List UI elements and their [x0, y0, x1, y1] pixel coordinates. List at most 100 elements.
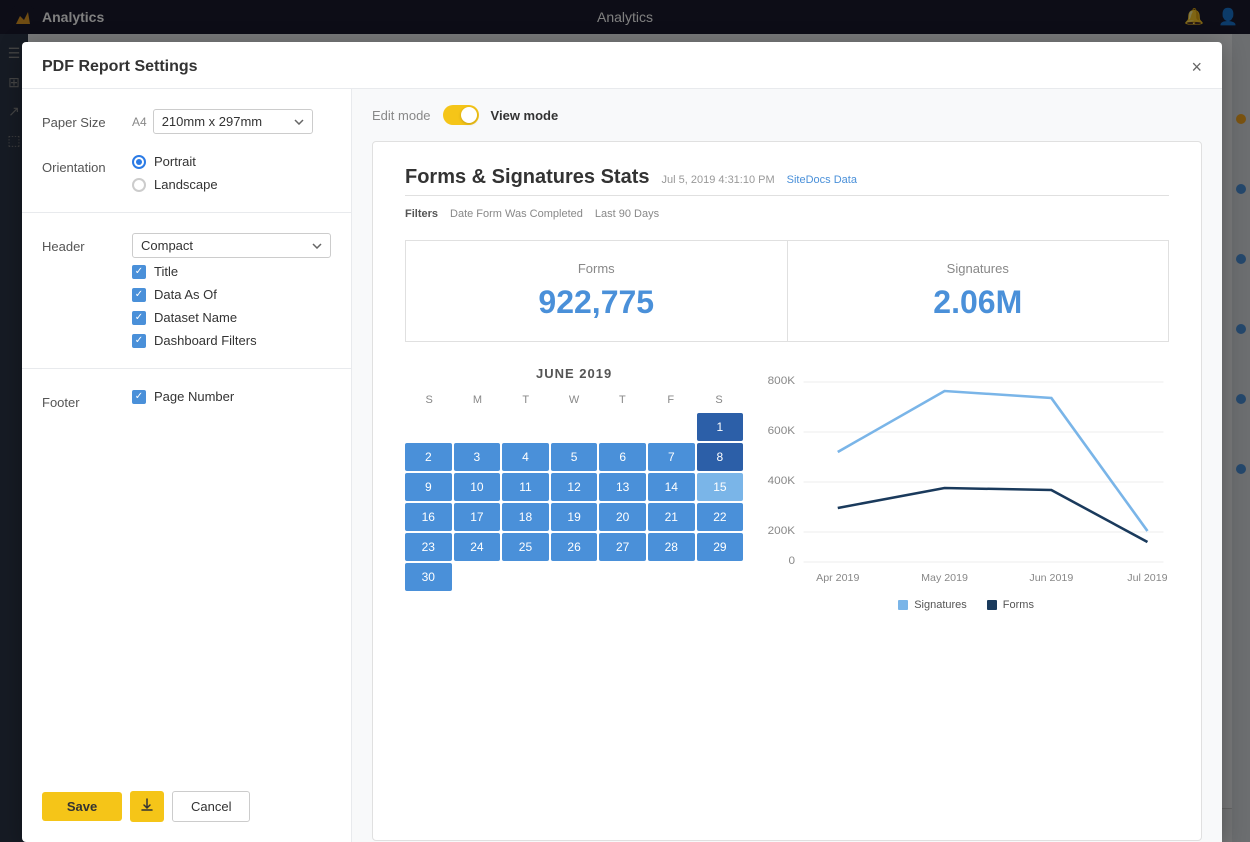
modal-close-button[interactable]: × — [1191, 58, 1202, 76]
header-chevron-icon — [312, 243, 322, 249]
landscape-label: Landscape — [154, 177, 218, 192]
report-divider — [405, 195, 1169, 196]
cal-cell: 30 — [405, 563, 452, 591]
report-meta: Jul 5, 2019 4:31:10 PM — [662, 174, 775, 186]
cal-cell: 2 — [405, 443, 452, 471]
checkbox-page-number-label: Page Number — [154, 389, 234, 404]
cal-cell: 13 — [599, 473, 646, 501]
stat-forms: Forms 922,775 — [406, 241, 787, 341]
header-select[interactable]: Compact — [132, 233, 331, 258]
svg-text:Apr 2019: Apr 2019 — [816, 573, 860, 584]
calendar-section: JUNE 2019 S M T W T F S — [405, 366, 743, 611]
filters-label: Filters — [405, 208, 438, 220]
cal-cell: 1 — [697, 413, 744, 441]
paper-size-select[interactable]: 210mm x 297mm — [153, 109, 313, 134]
paper-size-control: A4 210mm x 297mm — [132, 109, 331, 134]
orientation-control: Portrait Landscape — [132, 154, 331, 192]
download-icon — [140, 798, 154, 812]
cal-cell: 21 — [648, 503, 695, 531]
cal-cell: 20 — [599, 503, 646, 531]
cal-cell: 14 — [648, 473, 695, 501]
cal-cell: 3 — [454, 443, 501, 471]
orientation-portrait[interactable]: Portrait — [132, 154, 331, 169]
cal-cell: 10 — [454, 473, 501, 501]
calendar-title: JUNE 2019 — [405, 366, 743, 381]
report-filters: Filters Date Form Was Completed Last 90 … — [405, 208, 1169, 220]
modal-body: Paper Size A4 210mm x 297mm Orientation — [22, 89, 1222, 842]
checkbox-title[interactable]: ✓ Title — [132, 264, 331, 279]
paper-size-prefix: A4 — [132, 115, 147, 129]
cal-cell: 16 — [405, 503, 452, 531]
checkbox-title-box: ✓ — [132, 265, 146, 279]
legend-forms: Forms — [987, 599, 1034, 611]
signatures-line — [838, 391, 1148, 531]
stat-signatures: Signatures 2.06M — [787, 241, 1169, 341]
checkbox-data-as-of-box: ✓ — [132, 288, 146, 302]
report-preview: Forms & Signatures Stats Jul 5, 2019 4:3… — [372, 141, 1202, 841]
orientation-row: Orientation Portrait Landscape — [42, 154, 331, 192]
checkbox-page-number[interactable]: ✓ Page Number — [132, 389, 331, 404]
cal-cell: 4 — [502, 443, 549, 471]
checkbox-dashboard-filters[interactable]: ✓ Dashboard Filters — [132, 333, 331, 348]
cal-cell: 27 — [599, 533, 646, 561]
forms-line — [838, 488, 1148, 542]
day-t2: T — [598, 391, 646, 409]
right-panel: Edit mode View mode Forms & Signatures S… — [352, 89, 1222, 842]
view-mode-toggle[interactable] — [443, 105, 479, 125]
cal-cell: 23 — [405, 533, 452, 561]
chart-section: 800K 600K 400K 200K 0 — [763, 366, 1169, 611]
cal-cell: 6 — [599, 443, 646, 471]
cal-cell — [599, 563, 646, 591]
cal-cell: 15 — [697, 473, 744, 501]
cal-cell: 8 — [697, 443, 744, 471]
stat-signatures-value: 2.06M — [812, 284, 1145, 321]
cal-cell — [599, 413, 646, 441]
orientation-label: Orientation — [42, 154, 122, 175]
cal-cell: 25 — [502, 533, 549, 561]
footer-control: ✓ Page Number — [132, 389, 331, 404]
cal-cell: 19 — [551, 503, 598, 531]
day-w: W — [550, 391, 598, 409]
report-title: Forms & Signatures Stats — [405, 166, 650, 189]
footer-label: Footer — [42, 389, 122, 410]
day-t1: T — [502, 391, 550, 409]
header-row: Header Compact ✓ Title ✓ Data As Of — [42, 233, 331, 348]
download-button[interactable] — [130, 791, 164, 822]
cal-cell: 12 — [551, 473, 598, 501]
paper-size-row: Paper Size A4 210mm x 297mm — [42, 109, 331, 134]
edit-mode-label: Edit mode — [372, 108, 431, 123]
cal-cell: 5 — [551, 443, 598, 471]
save-button[interactable]: Save — [42, 792, 122, 821]
svg-text:800K: 800K — [768, 375, 796, 387]
report-header: Forms & Signatures Stats Jul 5, 2019 4:3… — [405, 166, 1169, 189]
cal-cell — [405, 413, 452, 441]
cal-cell — [697, 563, 744, 591]
orientation-landscape[interactable]: Landscape — [132, 177, 331, 192]
cal-cell: 17 — [454, 503, 501, 531]
cal-cell — [648, 413, 695, 441]
left-panel: Paper Size A4 210mm x 297mm Orientation — [22, 89, 352, 842]
cal-cell — [502, 413, 549, 441]
svg-text:Jul 2019: Jul 2019 — [1127, 573, 1168, 584]
checkbox-data-as-of[interactable]: ✓ Data As Of — [132, 287, 331, 302]
stats-row: Forms 922,775 Signatures 2.06M — [405, 240, 1169, 342]
view-mode-active-label: View mode — [491, 108, 559, 123]
header-label: Header — [42, 233, 122, 254]
chart-legend: Signatures Forms — [763, 599, 1169, 611]
portrait-label: Portrait — [154, 154, 196, 169]
cal-cell — [551, 413, 598, 441]
cal-cell: 7 — [648, 443, 695, 471]
modal-footer-buttons: Save Cancel — [42, 781, 331, 822]
checkbox-dataset-name[interactable]: ✓ Dataset Name — [132, 310, 331, 325]
checkbox-title-label: Title — [154, 264, 178, 279]
checkbox-dataset-name-box: ✓ — [132, 311, 146, 325]
divider-2 — [22, 368, 351, 369]
svg-text:200K: 200K — [768, 525, 796, 537]
svg-text:May 2019: May 2019 — [921, 573, 968, 584]
cal-header-row: S M T W T F S — [405, 391, 743, 409]
cancel-button[interactable]: Cancel — [172, 791, 250, 822]
paper-size-select-wrapper: A4 210mm x 297mm — [132, 109, 331, 134]
report-datasource[interactable]: SiteDocs Data — [787, 174, 857, 186]
cal-cell: 9 — [405, 473, 452, 501]
chevron-down-icon — [294, 119, 304, 125]
